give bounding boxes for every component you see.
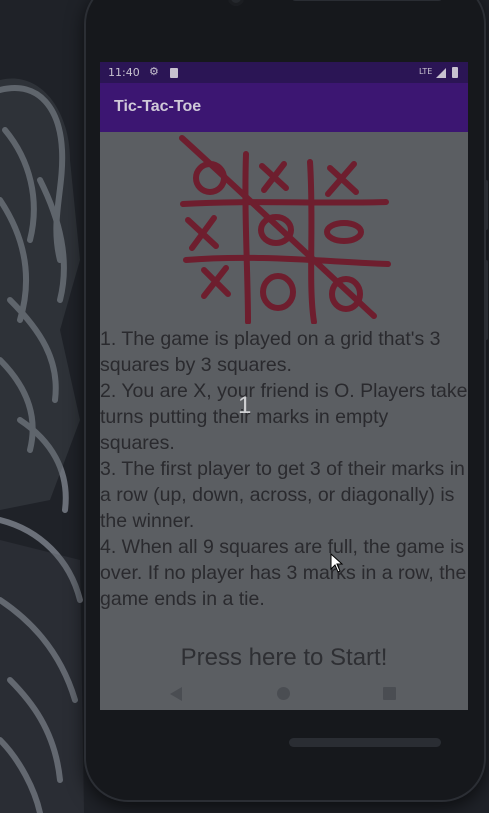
- status-time: 11:40: [108, 66, 140, 79]
- camera-icon: [228, 0, 244, 6]
- recents-icon[interactable]: [383, 687, 396, 700]
- back-icon[interactable]: [170, 687, 182, 701]
- instruction-3: 3. The first player to get 3 of their ma…: [100, 458, 465, 532]
- toast-number: 1: [238, 392, 252, 419]
- network-label: LTE: [419, 67, 433, 76]
- app-bar: Tic-Tac-Toe: [100, 83, 468, 132]
- sd-card-icon: [170, 68, 178, 78]
- instructions-text: 1. The game is played on a grid that's 3…: [100, 326, 468, 612]
- gear-icon: ⚙: [149, 65, 159, 78]
- home-icon[interactable]: [277, 687, 290, 700]
- earpiece-speaker: [291, 0, 443, 1]
- tic-tac-toe-board-image: [179, 135, 391, 324]
- instruction-4: 4. When all 9 squares are full, the game…: [100, 536, 467, 610]
- instruction-2: 2. You are X, your friend is O. Players …: [100, 380, 468, 454]
- instruction-1: 1. The game is played on a grid that's 3…: [100, 328, 441, 376]
- status-bar: 11:40 ⚙ LTE: [100, 62, 468, 83]
- navigation-bar: [100, 673, 468, 716]
- battery-icon: [452, 67, 458, 78]
- device-screen: 11:40 ⚙ LTE Tic-Tac-Toe 1. The game is p…: [100, 62, 468, 710]
- signal-icon: [436, 68, 446, 78]
- bottom-speaker: [289, 738, 441, 747]
- power-button: [484, 260, 488, 340]
- volume-button: [484, 180, 488, 230]
- app-title: Tic-Tac-Toe: [114, 98, 202, 115]
- mouse-pointer-icon: [330, 553, 344, 573]
